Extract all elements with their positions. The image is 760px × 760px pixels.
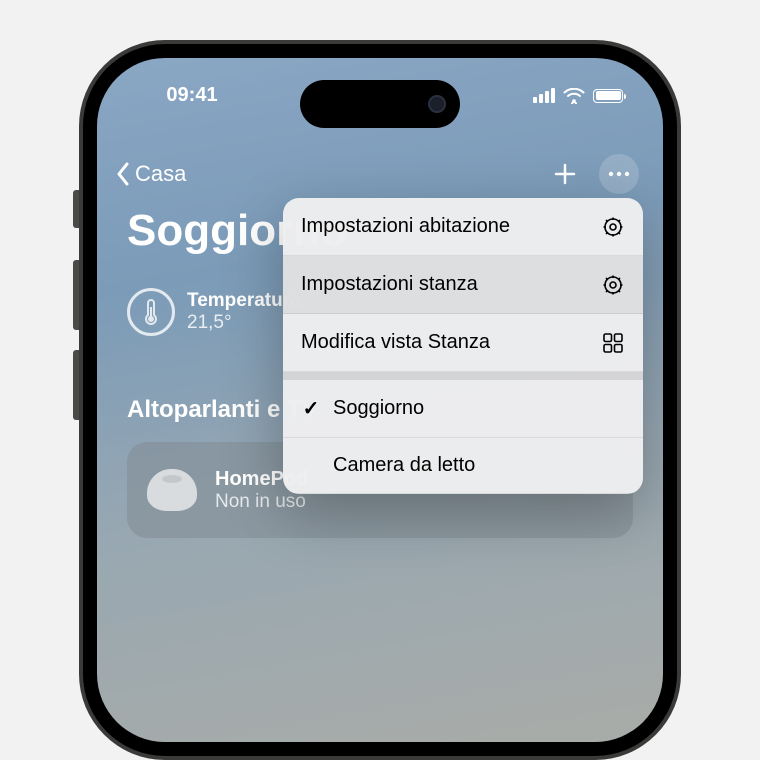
tile-status: Non in uso	[215, 491, 308, 513]
menu-room-label: Camera da letto	[333, 454, 475, 477]
volume-down	[73, 350, 79, 420]
plus-icon	[551, 160, 579, 188]
wifi-icon	[563, 88, 585, 104]
gear-icon	[601, 216, 625, 238]
phone-bezel: 09:41 Casa	[83, 44, 677, 756]
menu-item-label: Modifica vista Stanza	[301, 330, 589, 355]
menu-item-label: Impostazioni abitazione	[301, 214, 589, 239]
gear-icon	[601, 274, 625, 296]
screen: 09:41 Casa	[97, 58, 663, 742]
menu-item-edit-room-view[interactable]: Modifica vista Stanza	[283, 314, 643, 372]
homepod-icon	[147, 469, 197, 511]
phone-frame: 09:41 Casa	[79, 40, 681, 760]
back-label: Casa	[135, 161, 186, 187]
nav-bar: Casa	[97, 154, 663, 194]
volume-up	[73, 260, 79, 330]
menu-room-camera-da-letto[interactable]: Camera da letto	[283, 438, 643, 494]
battery-icon	[593, 89, 623, 103]
add-button[interactable]	[545, 154, 585, 194]
front-camera	[428, 95, 446, 113]
menu-divider	[283, 372, 643, 380]
menu-room-label: Soggiorno	[333, 397, 424, 420]
ellipsis-icon	[608, 171, 630, 177]
signal-icon	[533, 88, 555, 103]
menu-item-home-settings[interactable]: Impostazioni abitazione	[283, 198, 643, 256]
context-menu: Impostazioni abitazione Impostazioni sta…	[283, 198, 643, 494]
menu-room-soggiorno[interactable]: ✓ Soggiorno	[283, 380, 643, 438]
chevron-left-icon	[115, 161, 131, 187]
dynamic-island	[300, 80, 460, 128]
menu-item-room-settings[interactable]: Impostazioni stanza	[283, 256, 643, 314]
grid-icon	[601, 332, 625, 354]
status-indicators	[533, 88, 623, 104]
thermometer-icon	[127, 288, 175, 336]
more-button[interactable]	[599, 154, 639, 194]
status-time: 09:41	[137, 84, 247, 107]
silence-switch	[73, 190, 79, 228]
checkmark-icon: ✓	[301, 396, 321, 421]
climate-chip[interactable]: Temperatura 21,5°	[127, 288, 301, 336]
menu-item-label: Impostazioni stanza	[301, 272, 589, 297]
back-button[interactable]: Casa	[115, 161, 186, 187]
